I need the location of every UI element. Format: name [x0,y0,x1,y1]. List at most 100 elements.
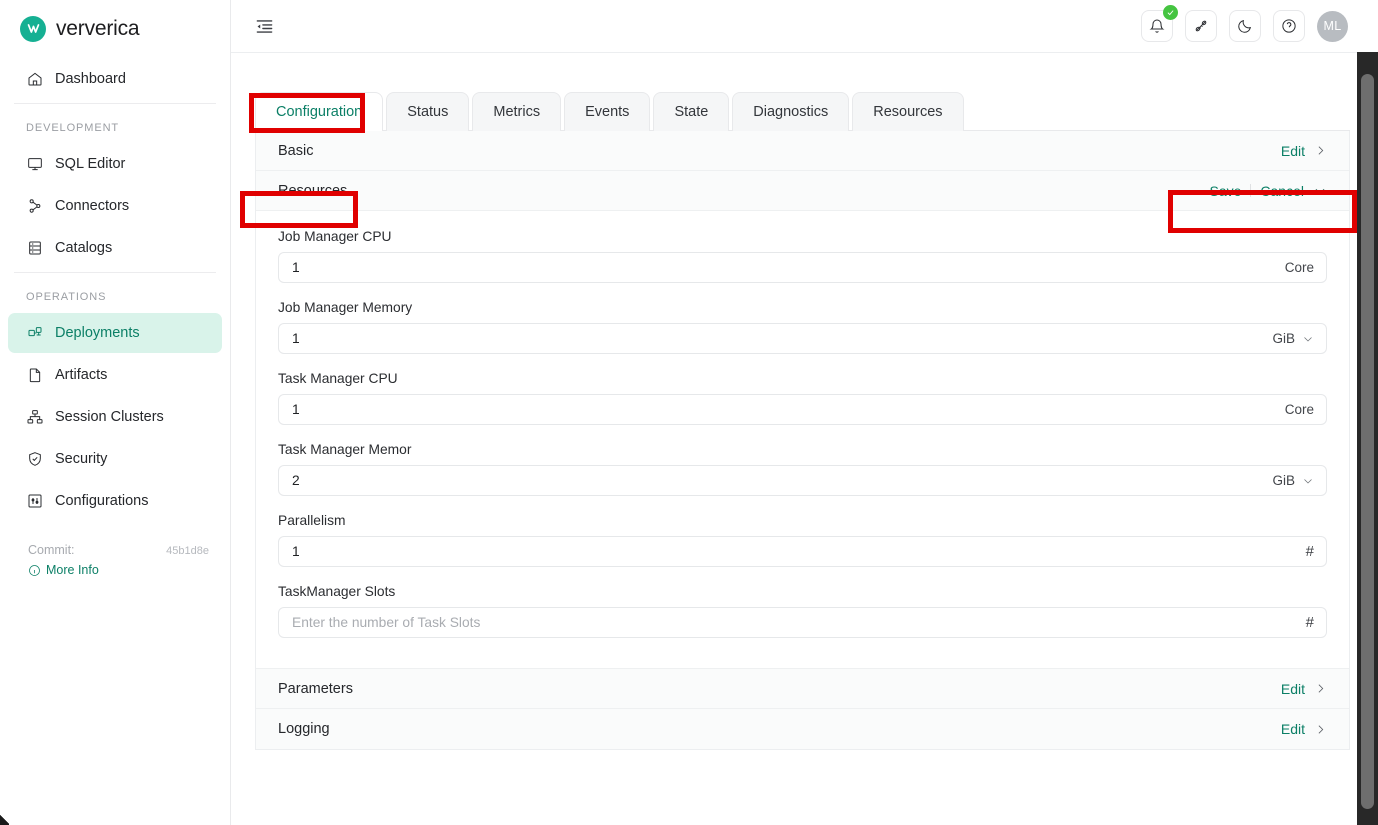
brand[interactable]: ververica [0,0,230,57]
page-scrollbar-thumb[interactable] [1361,74,1374,809]
field-label: TaskManager Slots [278,584,396,599]
job-manager-cpu-input[interactable]: 1 Core [278,252,1327,283]
sidebar-item-artifacts[interactable]: Artifacts [8,355,222,395]
section-actions: Save Cancel [1209,183,1327,199]
section-title: Logging [278,721,330,737]
question-circle-icon [1282,19,1296,33]
section-title: Resources [278,182,348,199]
field-label: Job Manager Memory [278,300,413,315]
api-key-button[interactable] [1185,10,1217,42]
commit-row: Commit: 45b1d8e [28,543,209,557]
connectors-icon [26,198,43,215]
section-basic[interactable]: Basic Edit [256,131,1349,171]
number-sign-icon: # [1305,614,1314,631]
sidebar-item-dashboard[interactable]: Dashboard [8,59,222,99]
commit-hash: 45b1d8e [166,545,209,557]
tab-resources[interactable]: Resources [852,92,964,131]
page-scrollbar[interactable] [1357,52,1378,825]
task-manager-cpu-input[interactable]: 1 Core [278,394,1327,425]
sidebar-group-operations: OPERATIONS [26,291,107,303]
input-value: 1 [292,402,300,417]
section-parameters[interactable]: Parameters Edit [256,669,1349,709]
field-job-manager-memory: Job Manager Memory 1 GiB [278,300,1327,354]
tab-label: Diagnostics [753,104,829,120]
deployments-icon [26,325,43,342]
section-resources[interactable]: Resources Save Cancel [256,171,1349,211]
sidebar-divider [14,103,216,104]
sidebar-item-sql-editor[interactable]: SQL Editor [8,144,222,184]
field-label: Task Manager Memor [278,442,412,457]
job-manager-memory-input[interactable]: 1 GiB [278,323,1327,354]
input-suffix: GiB [1272,331,1314,346]
sidebar-item-deployments[interactable]: Deployments [8,313,222,353]
sidebar-group-development: DEVELOPMENT [26,122,120,134]
more-info-label: More Info [46,563,99,577]
input-value: 1 [292,544,300,559]
tab-metrics[interactable]: Metrics [472,92,562,131]
tab-label: Events [585,104,630,120]
chevron-right-icon [1318,146,1324,155]
sidebar-item-session-clusters[interactable]: Session Clusters [8,397,222,437]
sidebar-item-label: Connectors [55,198,130,214]
section-actions: Edit [1281,681,1327,697]
notifications-button[interactable] [1141,5,1178,42]
tab-state[interactable]: State [653,92,730,131]
tab-configuration[interactable]: Configuration [255,92,384,131]
tab-label: State [674,104,709,120]
logging-edit-link[interactable]: Edit [1281,721,1305,737]
key-icon [1195,20,1207,32]
unit-label: Core [1284,402,1314,417]
section-logging[interactable]: Logging Edit [256,709,1349,749]
tab-status[interactable]: Status [386,92,470,131]
task-manager-memory-input[interactable]: 2 GiB [278,465,1327,496]
shield-icon [26,451,43,468]
sidebar-item-configurations[interactable]: Configurations [8,481,222,521]
home-icon [26,71,43,88]
brand-name: ververica [56,16,140,40]
top-actions: ML [1141,5,1348,42]
resources-cancel-button[interactable]: Cancel [1260,183,1304,199]
menu-fold-icon[interactable] [249,11,279,41]
chevron-down-icon[interactable] [1313,184,1327,198]
taskmanager-slots-input[interactable]: Enter the number of Task Slots # [278,607,1327,638]
sidebar-item-security[interactable]: Security [8,439,222,479]
commit-label: Commit: [28,543,75,557]
parameters-edit-link[interactable]: Edit [1281,681,1305,697]
tab-label: Resources [873,104,943,120]
input-suffix: Core [1285,260,1314,275]
sidebar-item-label: Configurations [55,493,149,509]
moon-icon [1238,19,1252,33]
sidebar-divider [14,272,216,273]
ververica-logo-icon [20,15,46,42]
resources-save-button[interactable]: Save [1209,183,1241,199]
tab-label: Configuration [276,104,363,120]
unit-label: GiB [1272,331,1295,346]
dark-mode-button[interactable] [1229,10,1261,42]
sidebar-item-label: Session Clusters [55,409,164,425]
help-button[interactable] [1273,10,1305,42]
tab-diagnostics[interactable]: Diagnostics [732,92,850,131]
session-clusters-icon [26,409,43,426]
parallelism-input[interactable]: 1 # [278,536,1327,567]
sidebar-item-label: SQL Editor [55,156,126,172]
chevron-down-icon[interactable] [1302,475,1314,487]
bottom-sections: Parameters Edit Logging Edit [256,668,1349,749]
content-wrapper: Configuration Status Metrics Events Stat… [231,53,1378,750]
sql-editor-icon [26,156,43,173]
input-suffix: # [1306,544,1314,559]
tab-label: Status [407,104,449,120]
field-job-manager-cpu: Job Manager CPU 1 Core [278,229,1327,283]
input-suffix: Core [1285,402,1314,417]
configurations-icon [26,493,43,510]
sidebar-item-label: Dashboard [55,71,126,87]
tab-label: Metrics [493,104,541,120]
field-task-manager-memory: Task Manager Memor 2 GiB [278,442,1327,496]
field-taskmanager-slots: TaskManager Slots Enter the number of Ta… [278,584,1327,638]
chevron-down-icon[interactable] [1302,333,1314,345]
sidebar-item-catalogs[interactable]: Catalogs [8,228,222,268]
more-info-link[interactable]: More Info [28,563,209,577]
basic-edit-link[interactable]: Edit [1281,143,1305,159]
sidebar-item-connectors[interactable]: Connectors [8,186,222,226]
avatar[interactable]: ML [1317,10,1348,42]
tab-events[interactable]: Events [564,92,651,131]
